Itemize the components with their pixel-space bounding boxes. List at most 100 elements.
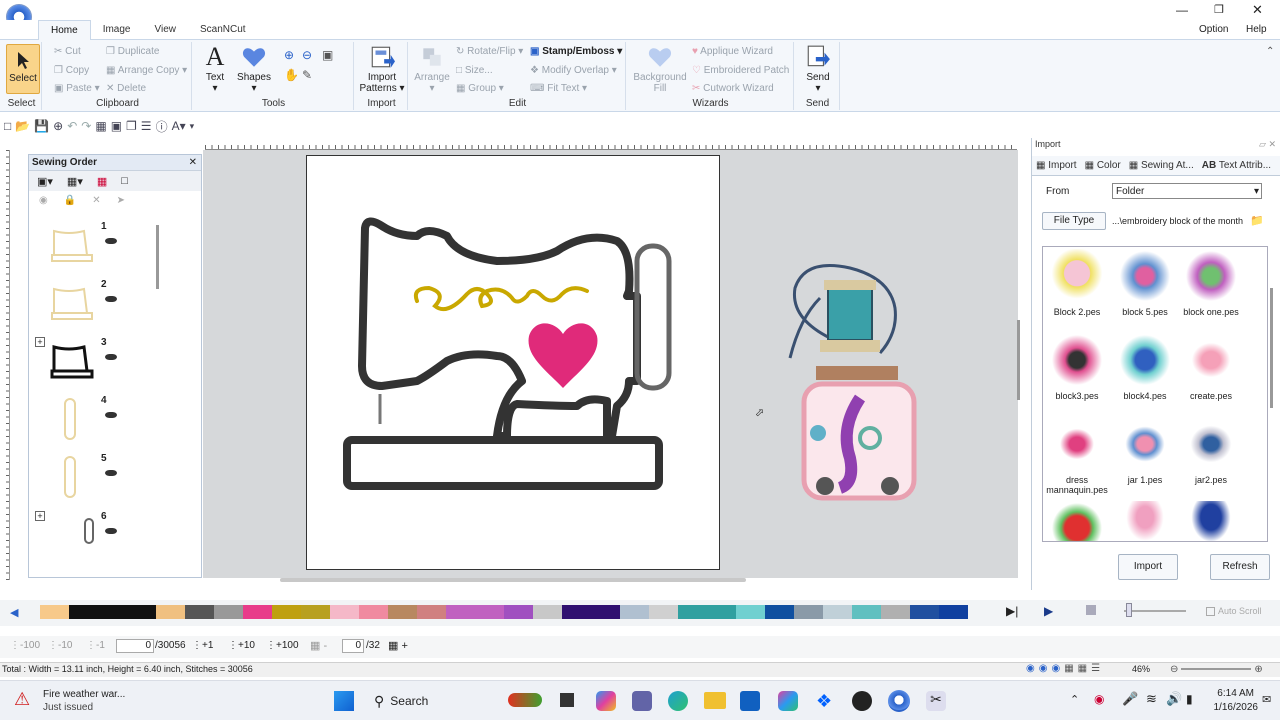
tab-scanncut[interactable]: ScanNCut bbox=[188, 20, 258, 40]
frame-back-icon[interactable]: ▦ - bbox=[310, 639, 327, 652]
file-thumb-11[interactable] bbox=[1113, 501, 1177, 541]
notification-bell-icon[interactable]: ✉ bbox=[1262, 693, 1271, 706]
security-tray-icon[interactable]: ◉ bbox=[1094, 692, 1104, 706]
thread-color-swatch[interactable] bbox=[127, 605, 156, 619]
applique-wizard-button[interactable]: ♥ Applique Wizard bbox=[692, 46, 773, 57]
design-page[interactable] bbox=[306, 155, 720, 570]
view-stitch-icon[interactable]: ◉ bbox=[1039, 663, 1048, 674]
thread-color-swatch[interactable] bbox=[678, 605, 707, 619]
tab-view[interactable]: View bbox=[142, 20, 188, 40]
thread-color-swatch[interactable] bbox=[707, 605, 736, 619]
open-file-icon[interactable]: 📂 bbox=[15, 119, 30, 133]
file-jar2[interactable]: jar2.pes bbox=[1179, 417, 1243, 485]
thread-color-swatch[interactable] bbox=[185, 605, 214, 619]
import-button[interactable]: Import bbox=[1118, 554, 1178, 580]
color-strip[interactable] bbox=[40, 605, 990, 619]
arrange-button[interactable]: Arrange ▾ bbox=[414, 44, 450, 94]
size-button[interactable]: □ Size... bbox=[456, 65, 493, 76]
ribbon-collapse-icon[interactable]: ⌃ bbox=[1266, 46, 1274, 57]
file-dress-mannaquin[interactable]: dress mannaquin.pes bbox=[1045, 417, 1109, 495]
thread-color-swatch[interactable] bbox=[533, 605, 562, 619]
tab-import[interactable]: ▦ Import bbox=[1036, 160, 1077, 171]
canvas-horizontal-scrollbar[interactable] bbox=[280, 578, 746, 582]
select-button[interactable]: Select bbox=[6, 44, 40, 94]
browse-folder-icon[interactable]: 📁 bbox=[1250, 214, 1264, 227]
paste-button[interactable]: ▣ Paste ▾ bbox=[54, 83, 100, 94]
weather-alert-title[interactable]: Fire weather war... bbox=[43, 689, 125, 700]
thread-color-swatch[interactable] bbox=[388, 605, 417, 619]
file-thumb-10[interactable] bbox=[1045, 501, 1109, 541]
battery-icon[interactable]: ▮ bbox=[1186, 692, 1193, 706]
speed-slider[interactable] bbox=[1124, 610, 1186, 612]
tab-home[interactable]: Home bbox=[38, 19, 91, 40]
grid-icon[interactable]: ▦ bbox=[95, 119, 106, 133]
thread-color-swatch[interactable] bbox=[823, 605, 852, 619]
from-select[interactable]: Folder ▾ bbox=[1112, 183, 1262, 199]
properties-icon[interactable]: ☰ bbox=[141, 119, 152, 133]
page-input[interactable]: 0 bbox=[342, 639, 364, 653]
speed-slider-thumb[interactable] bbox=[1126, 603, 1132, 617]
play-button[interactable]: ▶ bbox=[1044, 604, 1053, 618]
view-grid-icon[interactable]: ▦ bbox=[1064, 663, 1073, 674]
group-button[interactable]: ▦ Group ▾ bbox=[456, 83, 504, 94]
clock-date[interactable]: 1/16/2026 bbox=[1206, 702, 1259, 713]
file-thumb-12[interactable] bbox=[1179, 501, 1243, 541]
thread-color-swatch[interactable] bbox=[562, 605, 591, 619]
stitch-position-input[interactable]: 0 bbox=[116, 639, 154, 653]
outlook-icon[interactable] bbox=[740, 691, 760, 711]
jar-design-preview[interactable] bbox=[780, 258, 920, 506]
thread-color-swatch[interactable] bbox=[939, 605, 968, 619]
zoom-icon[interactable]: ⊕ bbox=[53, 119, 63, 133]
lock-icon[interactable]: 🔒 bbox=[64, 195, 76, 206]
thread-color-swatch[interactable] bbox=[736, 605, 765, 619]
frame-icon[interactable]: ▣ bbox=[111, 119, 122, 133]
close-panel-icon[interactable]: ✕ bbox=[189, 155, 201, 171]
dropbox-icon[interactable]: ❖ bbox=[816, 691, 832, 712]
copy-button[interactable]: ❐ Copy bbox=[54, 65, 89, 76]
thread-color-swatch[interactable] bbox=[504, 605, 533, 619]
thread-color-swatch[interactable] bbox=[156, 605, 185, 619]
layers-icon[interactable]: ❐ bbox=[126, 119, 137, 133]
file-explorer-icon[interactable] bbox=[704, 692, 726, 709]
thread-color-swatch[interactable] bbox=[852, 605, 881, 619]
view-normal-icon[interactable]: ◉ bbox=[1051, 663, 1060, 674]
tab-text-attributes[interactable]: AB Text Attrib... bbox=[1202, 160, 1271, 171]
view-frame-icon[interactable]: ▦ bbox=[1078, 663, 1087, 674]
color-sort-icon[interactable]: ▦ bbox=[97, 175, 107, 188]
thread-color-swatch[interactable] bbox=[794, 605, 823, 619]
thread-color-swatch[interactable] bbox=[446, 605, 475, 619]
modify-overlap-button[interactable]: ❖ Modify Overlap ▾ bbox=[530, 65, 617, 76]
tab-color[interactable]: ▦ Color bbox=[1085, 160, 1121, 171]
background-fill-button[interactable]: Background Fill bbox=[630, 44, 690, 94]
list-item[interactable]: + 6 bbox=[33, 511, 163, 567]
thread-color-swatch[interactable] bbox=[881, 605, 910, 619]
list-item[interactable]: 2 bbox=[33, 279, 163, 335]
pe-design-taskbar-icon[interactable] bbox=[888, 690, 910, 712]
zoom-fit-icon[interactable]: ▣ bbox=[322, 48, 333, 62]
view-realistic-icon[interactable]: ◉ bbox=[1026, 663, 1035, 674]
visibility-eye-icon[interactable] bbox=[105, 528, 117, 534]
thread-color-swatch[interactable] bbox=[243, 605, 272, 619]
expand-plus-icon[interactable]: + bbox=[35, 511, 45, 521]
sort-icon[interactable]: ▦▾ bbox=[67, 175, 83, 188]
step-minus-10[interactable]: ⋮-10 bbox=[48, 640, 72, 651]
step-minus-1[interactable]: ⋮-1 bbox=[86, 640, 105, 651]
thread-color-swatch[interactable] bbox=[359, 605, 388, 619]
taskview-icon[interactable] bbox=[560, 693, 574, 707]
thread-color-swatch[interactable] bbox=[649, 605, 678, 619]
teams-icon[interactable] bbox=[632, 691, 652, 711]
search-box[interactable]: ⚲ Search bbox=[364, 687, 494, 715]
cutwork-wizard-button[interactable]: ✂ Cutwork Wizard bbox=[692, 83, 774, 94]
view-list-icon[interactable]: ☰ bbox=[1091, 663, 1100, 674]
file-block4[interactable]: block4.pes bbox=[1113, 333, 1177, 401]
hide-icon[interactable]: ✕ bbox=[92, 195, 100, 206]
text-button[interactable]: A Text ▾ bbox=[200, 44, 230, 95]
tray-overflow-icon[interactable]: ⌃ bbox=[1070, 693, 1079, 706]
zoom-slider[interactable]: ⊖ ⊕ bbox=[1170, 664, 1278, 676]
expand-plus-icon[interactable]: + bbox=[35, 337, 45, 347]
send-button[interactable]: Send ▾ bbox=[800, 44, 836, 94]
sewing-machine-design[interactable] bbox=[307, 156, 721, 571]
thread-color-swatch[interactable] bbox=[765, 605, 794, 619]
option-menu[interactable]: Option bbox=[1199, 24, 1228, 35]
clock-time[interactable]: 6:14 AM bbox=[1212, 688, 1254, 699]
